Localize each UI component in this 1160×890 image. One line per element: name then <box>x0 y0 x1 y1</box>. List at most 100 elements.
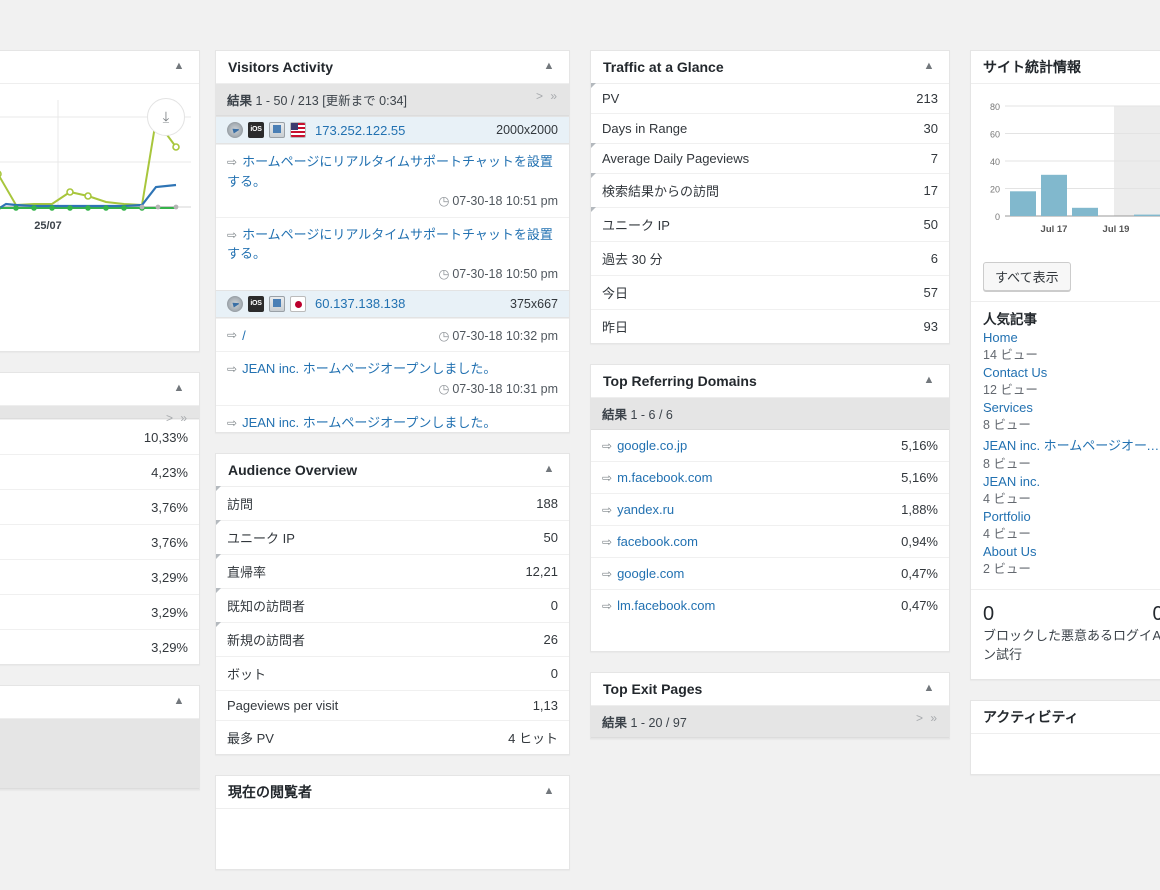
visited-page-link[interactable]: ホームページにリアルタイムサポートチャットを設置する。 <box>227 227 553 262</box>
referrer-row[interactable]: ⇨ facebook.com 0,94% <box>591 525 949 557</box>
exit-arrow-icon: ⇨ <box>227 360 237 378</box>
collapse-icon[interactable]: ▲ <box>167 51 191 84</box>
popular-post-link[interactable]: JEAN inc. ホームページオープ... <box>983 435 1160 454</box>
referrer-domain[interactable]: m.facebook.com <box>617 470 712 485</box>
popular-post-link[interactable]: Services <box>983 400 1160 415</box>
visited-page-row[interactable]: ⇨ホームページにリアルタイムサポートチャットを設置する。 ◷07-30-18 1… <box>216 144 569 217</box>
referrer-row[interactable]: ⇨ yandex.ru 1,88% <box>591 493 949 525</box>
referrer-percent: 0,47% <box>901 566 938 581</box>
collapse-icon[interactable]: ▲ <box>167 686 191 719</box>
collapse-icon[interactable]: ▲ <box>917 365 941 398</box>
list-item[interactable]: 3,76% <box>0 524 199 559</box>
visitors-activity-header[interactable]: Visitors Activity ▲ <box>216 51 569 84</box>
popular-post-views: 4 ビュー <box>983 523 1160 542</box>
table-row: Average Daily Pageviews 7 <box>591 144 949 174</box>
unknown-browser-icon <box>227 296 243 312</box>
clock-icon: ◷ <box>438 382 449 396</box>
pager-controls[interactable]: > » <box>916 711 939 725</box>
row-label: 今日 <box>591 276 876 310</box>
popular-post-link[interactable]: JEAN inc. <box>983 474 1160 489</box>
list-item[interactable]: 3,29% <box>0 629 199 664</box>
list-item[interactable]: Contact Us 12 ビュー <box>983 365 1160 398</box>
referrer-domain[interactable]: yandex.ru <box>617 502 674 517</box>
referrer-domain[interactable]: lm.facebook.com <box>617 598 715 613</box>
list-item[interactable]: JEAN inc. ホームページオープ... 8 ビュー <box>983 435 1160 472</box>
visitor-row[interactable]: iOS 173.252.122.55 2000x2000 <box>216 116 569 144</box>
visitor-resolution: 2000x2000 <box>496 123 558 137</box>
referrer-row[interactable]: ⇨ m.facebook.com 5,16% <box>591 461 949 493</box>
safari-browser-icon <box>227 122 243 138</box>
table-row: ユニーク IP 50 <box>216 521 569 555</box>
visited-page-row[interactable]: ⇨JEAN inc. ホームページオープンしました。 <box>216 405 569 433</box>
popular-post-link[interactable]: Home <box>983 330 1160 345</box>
top-exit-pages-header[interactable]: Top Exit Pages ▲ <box>591 673 949 706</box>
visited-page-link[interactable]: / <box>242 326 246 346</box>
bar-jul16 <box>1010 191 1036 216</box>
current-viewers-body <box>216 809 569 869</box>
visited-page-row[interactable]: ⇨ JEAN inc. ホームページオープンしました。 ◷07-30-18 10:… <box>216 351 569 404</box>
list-item[interactable]: JEAN inc. 4 ビュー <box>983 474 1160 507</box>
left-top-pages-header[interactable]: ▲ <box>0 373 199 406</box>
exit-arrow-icon: ⇨ <box>227 153 237 171</box>
exit-arrow-icon: ⇨ <box>602 535 612 549</box>
list-item[interactable]: Services 8 ビュー <box>983 400 1160 433</box>
pager-controls[interactable]: > » <box>536 89 559 103</box>
collapse-icon[interactable]: ▲ <box>917 673 941 706</box>
traffic-at-a-glance-header[interactable]: Traffic at a Glance ▲ <box>591 51 949 84</box>
akismet-number: 0 <box>1153 602 1160 627</box>
visited-page-link[interactable]: JEAN inc. ホームページオープンしました。 <box>242 361 496 376</box>
list-item[interactable]: 3,29% <box>0 559 199 594</box>
visited-page-row[interactable]: ⇨/ ◷07-30-18 10:32 pm <box>216 318 569 352</box>
panel-title: Top Referring Domains <box>603 373 757 389</box>
left-top-pages-resultbar: > » <box>0 406 199 419</box>
activity-header[interactable]: アクティビティ <box>971 701 1160 734</box>
show-all-button[interactable]: すべて表示 <box>983 262 1071 291</box>
collapse-icon[interactable]: ▲ <box>537 51 561 84</box>
exit-arrow-icon: ⇨ <box>602 503 612 517</box>
visited-page-time: ◷07-30-18 10:31 pm <box>227 380 558 399</box>
collapse-icon[interactable]: ▲ <box>917 51 941 84</box>
download-icon[interactable]: ⤓ <box>147 98 185 136</box>
referrer-domain[interactable]: facebook.com <box>617 534 698 549</box>
row-value: 26 <box>445 623 569 657</box>
audience-overview-header[interactable]: Audience Overview ▲ <box>216 454 569 487</box>
visited-page-row[interactable]: ⇨ホームページにリアルタイムサポートチャットを設置する。 ◷07-30-18 1… <box>216 217 569 290</box>
referrer-domain[interactable]: google.com <box>617 566 684 581</box>
top-referring-domains-header[interactable]: Top Referring Domains ▲ <box>591 365 949 398</box>
popular-posts-header: 人気記事 <box>983 308 1160 328</box>
list-item[interactable]: Portfolio 4 ビュー <box>983 509 1160 542</box>
referrer-domain[interactable]: google.co.jp <box>617 438 687 453</box>
pager-controls[interactable]: > » <box>166 411 189 425</box>
visitor-ip[interactable]: 173.252.122.55 <box>315 123 405 138</box>
timestamp-text: 07-30-18 10:50 pm <box>452 267 558 281</box>
visitor-ip[interactable]: 60.137.138.138 <box>315 296 405 311</box>
blocked-logins-cell: 0 ブロックした悪意あるログイン試行 <box>983 602 1153 665</box>
y-tick-0: 0 <box>995 212 1000 222</box>
collapse-icon[interactable]: ▲ <box>537 776 561 809</box>
row-label: ユニーク IP <box>216 521 445 555</box>
collapse-icon[interactable]: ▲ <box>167 373 191 406</box>
list-item[interactable]: Home 14 ビュー <box>983 330 1160 363</box>
list-item[interactable]: About Us 2 ビュー <box>983 544 1160 577</box>
current-viewers-header[interactable]: 現在の閲覧者 ▲ <box>216 776 569 809</box>
visitors-activity-panel: Visitors Activity ▲ 結果 1 - 50 / 213 [更新ま… <box>215 50 570 433</box>
popular-post-link[interactable]: Portfolio <box>983 509 1160 524</box>
list-item[interactable]: 3,29% <box>0 594 199 629</box>
panel-title: 現在の閲覧者 <box>228 784 312 800</box>
site-stats-header[interactable]: サイト統計情報 <box>971 51 1160 84</box>
referrer-percent: 0,94% <box>901 534 938 549</box>
referrer-row[interactable]: ⇨ google.co.jp 5,16% <box>591 430 949 461</box>
list-item[interactable]: 3,76% <box>0 489 199 524</box>
list-item[interactable]: 業中 4,23% <box>0 454 199 489</box>
y-tick-60: 60 <box>990 130 1000 140</box>
visitor-row[interactable]: iOS 60.137.138.138 375x667 <box>216 290 569 318</box>
visitors-chart-header[interactable]: ▲ <box>0 51 199 84</box>
left-third-panel-header[interactable]: ▲ <box>0 686 199 719</box>
visited-page-link[interactable]: ホームページにリアルタイムサポートチャットを設置する。 <box>227 154 553 189</box>
visited-page-link[interactable]: JEAN inc. ホームページオープンしました。 <box>242 415 496 430</box>
referrer-row[interactable]: ⇨ lm.facebook.com 0,47% <box>591 589 949 621</box>
popular-post-link[interactable]: About Us <box>983 544 1160 559</box>
popular-post-link[interactable]: Contact Us <box>983 365 1160 380</box>
referrer-row[interactable]: ⇨ google.com 0,47% <box>591 557 949 589</box>
collapse-icon[interactable]: ▲ <box>537 454 561 487</box>
